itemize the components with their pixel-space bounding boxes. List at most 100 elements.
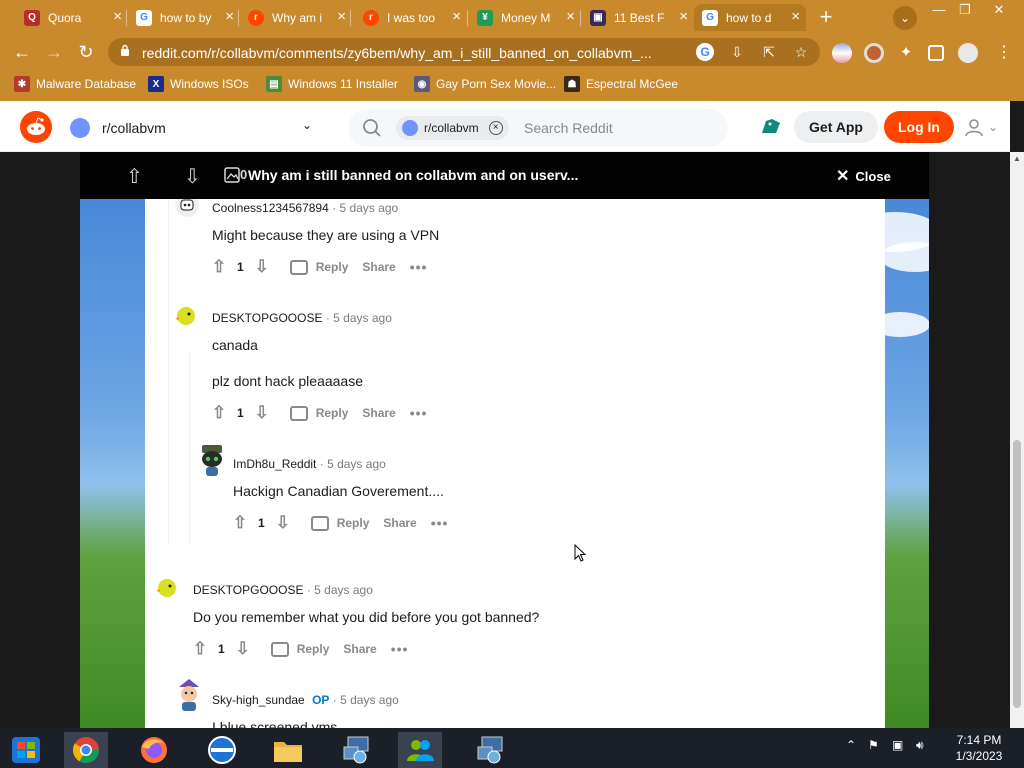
downvote-icon[interactable]: ⇩	[273, 513, 293, 533]
share-button[interactable]: Share	[343, 642, 376, 656]
flag-icon[interactable]: ⚑	[868, 738, 879, 752]
profile-avatar-icon[interactable]	[958, 43, 978, 63]
more-options-button[interactable]: •••	[431, 515, 449, 531]
google-lens-icon[interactable]: G	[696, 43, 714, 61]
money-favicon-icon: ¥	[477, 9, 493, 26]
url-text: reddit.com/r/collabvm/comments/zy6bem/wh…	[142, 45, 652, 61]
malware-icon: ✱	[14, 76, 30, 92]
community-switcher[interactable]: r/collabvm ⌄	[70, 115, 330, 141]
comment-author[interactable]: DESKTOPGOOOSE	[212, 311, 322, 325]
taskbar-clock[interactable]: 7:14 PM 1/3/2023	[944, 732, 1014, 764]
taskbar-file-explorer[interactable]	[266, 732, 310, 768]
tab-money-m[interactable]: ¥ Money M ×	[469, 4, 581, 31]
puzzle-extensions-icon[interactable]: ✦	[896, 43, 916, 63]
downvote-icon[interactable]: ⇩	[252, 403, 272, 423]
post-title[interactable]: Why am i still banned on collabvm and on…	[248, 167, 578, 183]
taskbar-network-app-2[interactable]	[468, 732, 512, 768]
close-icon[interactable]: ×	[791, 8, 800, 26]
bookmark-espectral-mcgee[interactable]: ☗ Espectral McGee	[564, 76, 678, 92]
tab-how-to-by[interactable]: G how to by ×	[128, 4, 240, 31]
restore-button[interactable]: ❐	[950, 0, 980, 22]
bookmark-malware-database[interactable]: ✱ Malware Database	[14, 76, 136, 92]
share-button[interactable]: Share	[362, 406, 395, 420]
close-icon[interactable]: ×	[452, 8, 461, 26]
taskbar-users-app[interactable]	[398, 732, 442, 768]
more-options-button[interactable]: •••	[391, 641, 409, 657]
comment-author[interactable]: Sky-high_sundae	[212, 693, 305, 707]
chevron-down-icon: ⌄	[302, 118, 313, 132]
window-close-button[interactable]: ✕	[984, 0, 1014, 22]
comments-panel: Coolness1234567894 · 5 days ago Might be…	[145, 199, 885, 728]
downvote-icon[interactable]: ⇩	[252, 257, 272, 277]
extension-icon[interactable]	[832, 43, 852, 63]
community-avatar-icon	[70, 118, 90, 138]
reddit-logo-icon[interactable]	[20, 111, 52, 143]
tab-quora[interactable]: Q Quora ×	[16, 4, 128, 31]
share-button[interactable]: Share	[362, 260, 395, 274]
share-icon[interactable]: ⇱	[760, 43, 778, 61]
comment-actions: ⇧ 1 ⇩ Reply Share •••	[190, 639, 408, 659]
close-icon[interactable]: ×	[337, 8, 346, 26]
close-icon[interactable]: ×	[566, 8, 575, 26]
downvote-icon[interactable]: ⇩	[233, 639, 253, 659]
more-options-button[interactable]: •••	[410, 405, 428, 421]
network-icon[interactable]: ▣	[892, 738, 903, 752]
tab-11-best[interactable]: ▣ 11 Best F ×	[582, 4, 694, 31]
tab-why-am-i[interactable]: r Why am i ×	[240, 4, 352, 31]
comment-author[interactable]: ImDh8u_Reddit	[233, 457, 316, 471]
taskbar-network-app[interactable]	[334, 732, 378, 768]
reply-bubble-icon	[289, 259, 308, 275]
upvote-icon[interactable]: ⇧	[190, 639, 210, 659]
reply-button[interactable]: Reply	[310, 515, 369, 531]
tab-how-to-d[interactable]: G how to d ×	[694, 4, 806, 31]
install-icon[interactable]: ⇩	[728, 43, 746, 61]
more-options-button[interactable]: •••	[410, 259, 428, 275]
reply-button[interactable]: Reply	[289, 259, 348, 275]
profile-extension-icon[interactable]	[864, 43, 884, 63]
reply-button[interactable]: Reply	[289, 405, 348, 421]
upvote-icon[interactable]: ⇧	[230, 513, 250, 533]
search-community-chip[interactable]: r/collabvm ×	[396, 116, 509, 140]
address-bar[interactable]: reddit.com/r/collabvm/comments/zy6bem/wh…	[108, 38, 820, 66]
bookmark-windows-isos[interactable]: X Windows ISOs	[148, 76, 249, 92]
close-icon[interactable]: ×	[679, 8, 688, 26]
back-arrow-icon[interactable]: ←	[10, 40, 34, 64]
search-input[interactable]: Search Reddit	[524, 120, 613, 136]
scroll-up-arrow-icon[interactable]: ▲	[1013, 154, 1021, 163]
bookmark-star-icon[interactable]: ☆	[792, 43, 810, 61]
bookmark-windows-11-installer[interactable]: ▤ Windows 11 Installer	[266, 76, 398, 92]
advertise-icon[interactable]	[760, 115, 782, 137]
user-menu-button[interactable]: ⌄	[964, 117, 998, 137]
get-app-button[interactable]: Get App	[794, 111, 878, 143]
menu-kebab-icon[interactable]: ⋮	[994, 43, 1014, 63]
volume-icon[interactable]: 🔊︎	[916, 738, 924, 753]
comment-author[interactable]: DESKTOPGOOOSE	[193, 583, 303, 597]
forward-arrow-icon[interactable]: →	[42, 40, 66, 64]
start-button[interactable]	[4, 732, 48, 768]
share-button[interactable]: Share	[383, 516, 416, 530]
taskbar-chrome[interactable]	[64, 732, 108, 768]
bookmark-gay-porn-sex-movie[interactable]: ◉ Gay Porn Sex Movie...	[414, 76, 556, 92]
close-post-button[interactable]: ✕ Close	[836, 166, 891, 186]
search-bar[interactable]: r/collabvm × Search Reddit	[348, 109, 728, 147]
tab-i-was-too[interactable]: r I was too ×	[355, 4, 467, 31]
taskbar-edge[interactable]	[200, 732, 244, 768]
side-panel-icon[interactable]	[928, 45, 944, 61]
tab-search-chevron-icon[interactable]: ⌄	[893, 6, 917, 30]
tray-chevron-up-icon[interactable]: ⌃	[846, 738, 856, 752]
scrollbar-thumb[interactable]	[1013, 440, 1021, 708]
upvote-icon[interactable]: ⇧	[209, 403, 229, 423]
close-icon[interactable]: ×	[113, 8, 122, 26]
downvote-icon[interactable]: ⇩	[184, 164, 201, 189]
comment-author[interactable]: Coolness1234567894	[212, 201, 329, 215]
clear-chip-icon[interactable]: ×	[488, 121, 503, 135]
upvote-icon[interactable]: ⇧	[126, 164, 143, 189]
reply-button[interactable]: Reply	[270, 641, 329, 657]
page-scrollbar[interactable]: ▲	[1010, 152, 1024, 728]
close-icon[interactable]: ×	[225, 8, 234, 26]
upvote-icon[interactable]: ⇧	[209, 257, 229, 277]
login-button[interactable]: Log In	[884, 111, 954, 143]
new-tab-button[interactable]: +	[814, 6, 838, 30]
taskbar-firefox[interactable]	[132, 732, 176, 768]
reload-icon[interactable]: ↻	[74, 40, 98, 64]
